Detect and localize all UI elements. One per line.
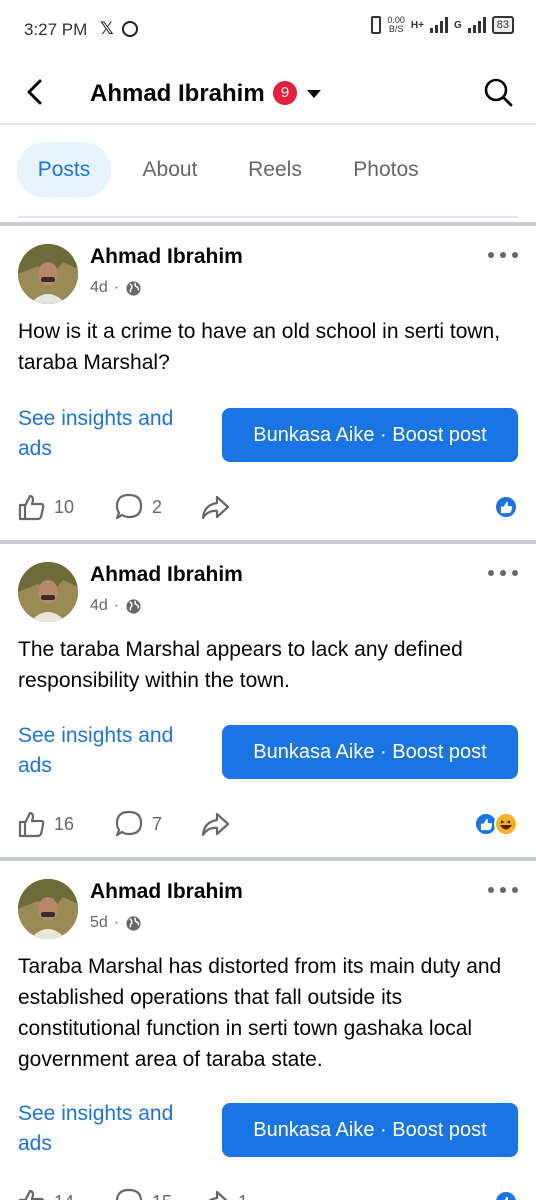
thumbs-up-icon: [18, 494, 45, 521]
tab-reels[interactable]: Reels: [238, 142, 312, 198]
network-type-1: H+: [410, 19, 424, 31]
like-count: 10: [54, 496, 75, 517]
like-button[interactable]: 10: [16, 489, 74, 525]
post-text: The taraba Marshal appears to lack any d…: [18, 638, 463, 692]
globe-icon: [126, 280, 141, 296]
back-arrow-icon: [27, 79, 42, 105]
post-card: Ahmad Ibrahim 5d · Taraba Marshal has di…: [0, 861, 536, 1200]
post-actions: 10 2: [16, 489, 520, 525]
share-button[interactable]: 1: [200, 1184, 248, 1200]
profile-header: Ahmad Ibrahim 9: [0, 62, 536, 124]
like-reaction-icon: [494, 1190, 518, 1200]
comment-button[interactable]: 7: [114, 806, 162, 842]
share-icon: [201, 495, 230, 520]
post-actions: 14 15 1: [16, 1184, 520, 1200]
post-meta: 4d ·: [90, 597, 142, 615]
meta-dot: ·: [113, 914, 120, 931]
avatar[interactable]: [18, 244, 78, 304]
share-button[interactable]: [200, 489, 238, 525]
vibrate-icon: [371, 16, 382, 34]
comment-button[interactable]: 15: [114, 1184, 172, 1200]
like-reaction-icon: [494, 495, 518, 519]
tabs-divider: [18, 216, 518, 218]
post-card: Ahmad Ibrahim 4d · The taraba Marshal ap…: [0, 544, 536, 858]
see-insights-link[interactable]: See insights and ads: [18, 721, 198, 781]
reaction-summary[interactable]: [474, 812, 518, 836]
avatar[interactable]: [18, 879, 78, 939]
profile-photo: [18, 562, 78, 622]
post-author[interactable]: Ahmad Ibrahim: [90, 563, 243, 587]
comment-count: 7: [152, 813, 163, 834]
comment-icon: [115, 1188, 143, 1200]
post-time: 5d: [90, 914, 108, 931]
post-time: 4d: [90, 279, 108, 296]
chevron-down-icon[interactable]: [307, 90, 321, 98]
signal-icon-2: [467, 17, 486, 33]
notification-badge: 9: [273, 81, 297, 105]
share-count: 1: [238, 1192, 248, 1200]
thumbs-up-icon: [18, 811, 45, 838]
network-type-2: G: [453, 19, 462, 31]
boost-post-button[interactable]: Bunkasa Aike · Boost post: [222, 408, 518, 462]
comment-button[interactable]: 2: [114, 489, 162, 525]
boost-post-button[interactable]: Bunkasa Aike · Boost post: [222, 725, 518, 779]
tab-about[interactable]: About: [128, 142, 212, 198]
status-icons: 0.00 B/S H+ G 83: [371, 16, 514, 34]
profile-photo: [18, 879, 78, 939]
x-icon: 𝕏: [100, 19, 114, 38]
post-meta: 4d ·: [90, 279, 142, 297]
profile-tabs: Posts About Reels Photos: [0, 142, 536, 198]
speed-unit: B/S: [388, 24, 404, 34]
boost-post-button[interactable]: Bunkasa Aike · Boost post: [222, 1103, 518, 1157]
like-count: 14: [54, 1192, 74, 1200]
like-button[interactable]: 16: [16, 806, 74, 842]
like-count: 16: [54, 813, 75, 834]
see-insights-link[interactable]: See insights and ads: [18, 404, 198, 464]
post-author[interactable]: Ahmad Ibrahim: [90, 880, 243, 904]
thumbs-up-icon: [18, 1189, 45, 1200]
header-divider: [0, 123, 536, 125]
profile-photo: [18, 244, 78, 304]
globe-icon: [126, 915, 141, 931]
more-options-icon[interactable]: [488, 883, 518, 897]
share-button[interactable]: [200, 806, 238, 842]
post-card: Ahmad Ibrahim 4d · How is it a crime to …: [0, 226, 536, 540]
post-text: How is it a crime to have an old school …: [18, 320, 501, 374]
reaction-summary[interactable]: [494, 495, 518, 519]
comment-count: 2: [152, 496, 163, 517]
signal-icon: [429, 17, 448, 33]
page-title[interactable]: Ahmad Ibrahim: [90, 80, 265, 108]
tab-photos[interactable]: Photos: [338, 142, 434, 198]
status-time: 3:27 PM: [24, 20, 88, 39]
globe-icon: [126, 598, 141, 614]
more-options-icon[interactable]: [488, 566, 518, 580]
tab-posts[interactable]: Posts: [17, 142, 111, 198]
post-actions: 16 7: [16, 806, 520, 842]
post-meta: 5d ·: [90, 914, 142, 932]
post-time: 4d: [90, 597, 108, 614]
search-icon: [484, 78, 513, 107]
see-insights-link[interactable]: See insights and ads: [18, 1099, 198, 1159]
share-icon: [208, 1190, 228, 1200]
reaction-summary[interactable]: [494, 1190, 518, 1200]
avatar[interactable]: [18, 562, 78, 622]
battery-icon: 83: [491, 16, 514, 34]
comment-icon: [115, 493, 143, 520]
comment-count: 15: [152, 1192, 172, 1200]
back-button[interactable]: [20, 76, 52, 108]
more-options-icon[interactable]: [488, 248, 518, 262]
post-author[interactable]: Ahmad Ibrahim: [90, 245, 243, 269]
haha-reaction-icon: [494, 812, 518, 836]
whatsapp-icon: [122, 21, 138, 37]
like-button[interactable]: 14: [16, 1184, 74, 1200]
post-text: Taraba Marshal has distorted from its ma…: [18, 955, 502, 1071]
network-speed: 0.00 B/S: [387, 16, 405, 34]
search-button[interactable]: [482, 76, 514, 108]
status-bar: 3:27 PM 𝕏 0.00 B/S H+ G 83: [0, 0, 536, 62]
meta-dot: ·: [113, 597, 120, 614]
share-icon: [201, 812, 230, 837]
comment-icon: [115, 810, 143, 837]
meta-dot: ·: [113, 279, 120, 296]
